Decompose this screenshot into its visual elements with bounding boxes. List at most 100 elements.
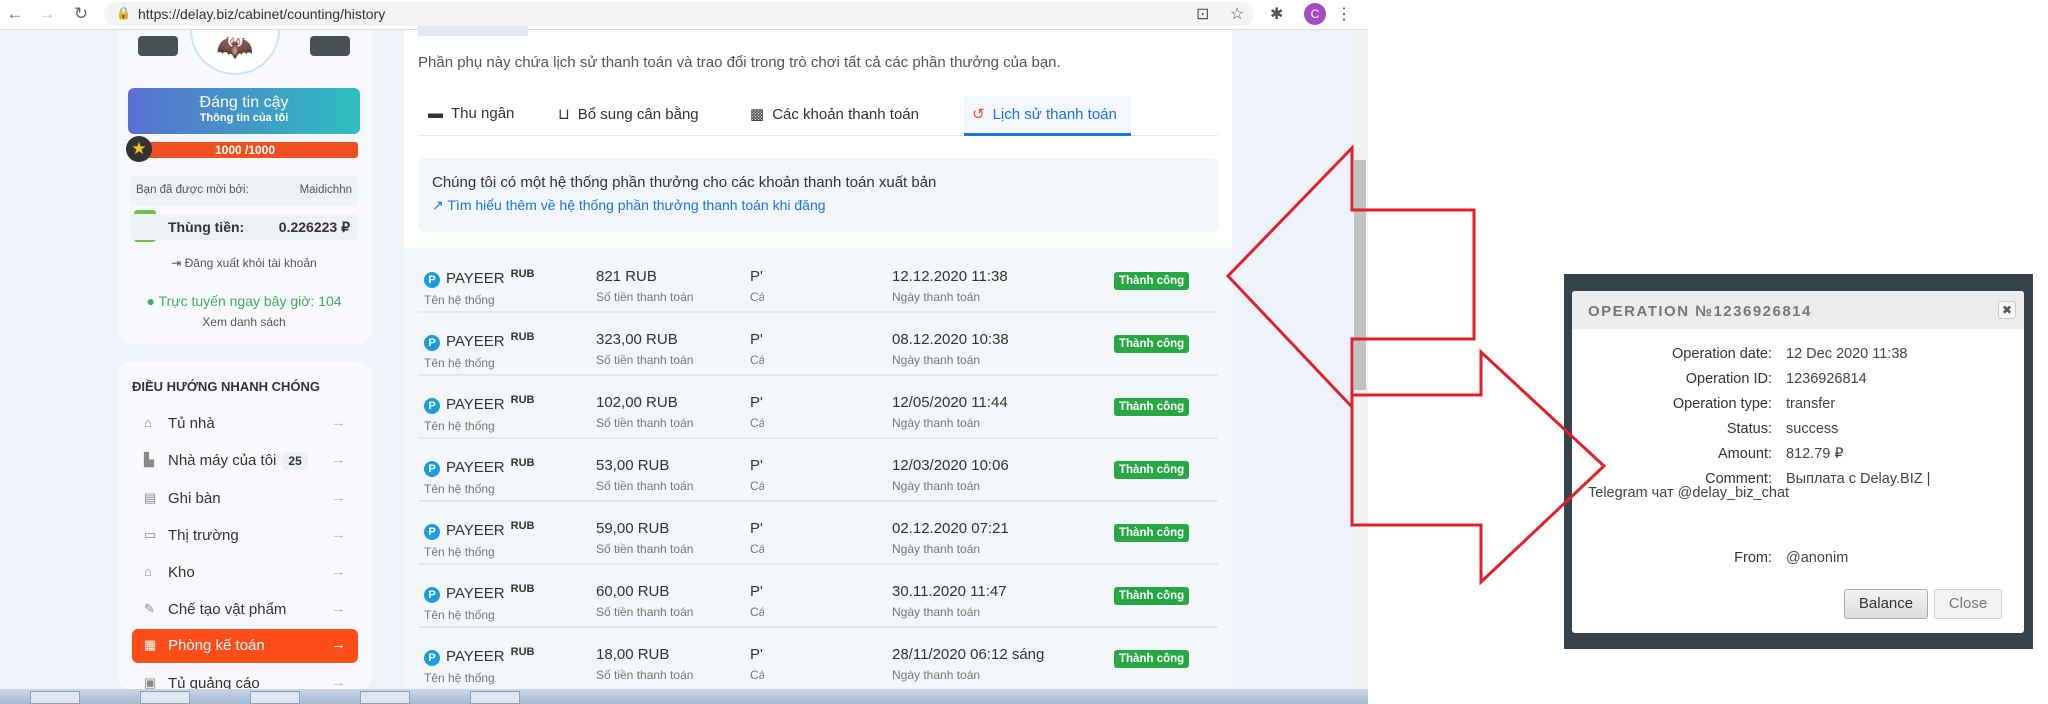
tab-payment-history[interactable]: ↺ Lịch sử thanh toán (964, 96, 1131, 136)
payment-row[interactable]: P PAYEER RUB Tên hệ thống 60,00 RUB Số tiền t… (418, 565, 1218, 628)
system-label: Tên hệ thống (424, 356, 495, 370)
amount-cell: 821 RUB Số tiền thanh toán (596, 268, 693, 304)
trust-button[interactable]: Đáng tin cậy Thông tin của tôi (128, 88, 360, 134)
status-badge: Thành công (1114, 335, 1190, 353)
system-label: Tên hệ thống (424, 671, 495, 685)
nav-item-warehouse[interactable]: ⌂ Kho → (132, 556, 358, 590)
date-label: Ngày thanh toán (892, 605, 981, 619)
info-link[interactable]: ↗ Tìm hiểu thêm về hệ thống phần thưởng … (432, 197, 1204, 214)
truncated-value: P' (750, 394, 763, 411)
currency: RUB (510, 646, 535, 658)
currency: RUB (510, 520, 535, 532)
nav-item-home[interactable]: ⌂ Tủ nhà → (132, 407, 358, 441)
arrow-right-icon: → (331, 600, 346, 617)
nav-heading: ĐIỀU HƯỚNG NHANH CHÓNG (132, 379, 320, 394)
date-cell: 12/03/2020 10:06 Ngày thanh toán (892, 457, 1009, 493)
address-bar[interactable]: 🔒 https://delay.biz/cabinet/counting/his… (104, 2, 1254, 26)
arrow-right-icon: → (331, 414, 346, 431)
invited-value[interactable]: Maidichhn (300, 184, 352, 196)
amount-cell: 59,00 RUB Số tiền thanh toán (596, 520, 693, 556)
tab-deposit[interactable]: ⊔ Bổ sung cân bằng (558, 96, 699, 136)
view-list-link[interactable]: Xem danh sách (130, 315, 358, 329)
arrow-right-icon: → (331, 636, 346, 653)
scrollbar[interactable] (1352, 30, 1368, 689)
field-value: @anonim (1786, 550, 1849, 566)
operation-modal: OPERATION №1236926814 ✖ Operation date: 1… (1572, 291, 2024, 633)
payment-row[interactable]: P PAYEER RUB Tên hệ thống 53,00 RUB Số tiền t… (418, 439, 1218, 502)
payment-row[interactable]: P PAYEER RUB Tên hệ thống 18,00 RUB Số tiền t… (418, 628, 1218, 691)
system-label: Tên hệ thống (424, 545, 495, 559)
scrollbar-thumb[interactable] (1354, 160, 1366, 390)
nav-item-factory[interactable]: ▙ Nhà máy của tôi 25 → (132, 444, 358, 478)
field-label: Operation date: (1672, 346, 1772, 362)
date-label: Ngày thanh toán (892, 479, 981, 493)
taskbar-button[interactable] (140, 691, 190, 704)
forward-icon[interactable]: → (36, 4, 58, 24)
system-cell: P PAYEER RUB Tên hệ thống (424, 394, 534, 433)
arrow-right-icon: → (331, 526, 346, 543)
taskbar-button[interactable] (250, 691, 300, 704)
truncated-cell: P' Cá (750, 268, 764, 304)
payment-row[interactable]: P PAYEER RUB Tên hệ thống 102,00 RUB Số tiền … (418, 376, 1218, 439)
section-title-cut (418, 26, 528, 36)
back-icon[interactable]: ← (4, 4, 26, 24)
date-label: Ngày thanh toán (892, 353, 981, 367)
factory-count-badge: 25 (282, 452, 308, 470)
balance-button[interactable]: Balance (1844, 589, 1928, 619)
wallet-value: 0.226223 ₽ (278, 219, 350, 235)
taskbar-button[interactable] (30, 691, 80, 704)
close-icon[interactable]: ✖ (1998, 301, 2016, 319)
translate-icon[interactable]: ⊡ (1196, 4, 1209, 24)
truncated-cell: P' Cá (750, 583, 764, 619)
nav-label: Kho (168, 564, 195, 581)
taskbar-button[interactable] (470, 691, 520, 704)
info-text: Chúng tôi có một hệ thống phần thưởng ch… (432, 174, 937, 191)
truncated-label: Cá (750, 479, 764, 493)
status-badge: Thành công (1114, 650, 1190, 668)
date-label: Ngày thanh toán (892, 668, 981, 682)
tab-label: Lịch sử thanh toán (992, 106, 1117, 123)
tab-label: Thu ngân (451, 105, 515, 122)
taskbar-button[interactable] (360, 691, 410, 704)
amount-label: Số tiền thanh toán (596, 542, 694, 556)
star-icon: ★ (126, 136, 152, 162)
amount: 60,00 RUB (596, 583, 670, 600)
system-name: PAYEER (446, 333, 505, 350)
home-icon: ⌂ (144, 415, 152, 430)
nav-item-accounting[interactable]: ▦ Phòng kế toán → (132, 629, 358, 663)
invited-label: Bạn đã được mời bởi: (136, 184, 249, 196)
star-icon[interactable]: ☆ (1230, 4, 1244, 24)
reload-icon[interactable]: ↻ (70, 4, 92, 24)
trust-title: Đáng tin cậy (199, 94, 289, 111)
tab-cashier[interactable]: ▬ Thu ngân (428, 96, 514, 136)
payment-date: 02.12.2020 07:21 (892, 520, 1009, 537)
nav-item-market[interactable]: ▭ Thị trường → (132, 519, 358, 553)
payment-row[interactable]: P PAYEER RUB Tên hệ thống 59,00 RUB Số tiền t… (418, 502, 1218, 565)
date-cell: 30.11.2020 11:47 Ngày thanh toán (892, 583, 1007, 619)
amount-cell: 102,00 RUB Số tiền thanh toán (596, 394, 693, 430)
truncated-cell: P' Cá (750, 331, 764, 367)
nav-item-craft[interactable]: ✎ Chế tạo vật phẩm → (132, 593, 358, 627)
tab-payouts[interactable]: ▩ Các khoản thanh toán (750, 96, 919, 136)
menu-icon[interactable]: ⋮ (1336, 4, 1352, 24)
profile-avatar[interactable]: C (1304, 3, 1326, 25)
extensions-icon[interactable]: ✱ (1270, 4, 1283, 24)
payment-row[interactable]: P PAYEER RUB Tên hệ thống 821 RUB Số tiền tha… (418, 250, 1218, 313)
date-label: Ngày thanh toán (892, 290, 981, 304)
logout-link[interactable]: ⇥ Đăng xuất khỏi tài khoản (130, 256, 358, 270)
truncated-label: Cá (750, 290, 764, 304)
system-cell: P PAYEER RUB Tên hệ thống (424, 646, 534, 685)
system-cell: P PAYEER RUB Tên hệ thống (424, 268, 534, 307)
comment-continued: Telegram чат @delay_biz_chat (1588, 485, 1790, 501)
field-label: Status: (1726, 421, 1772, 437)
status-badge: Thành công (1114, 524, 1190, 542)
wallet-balance: Thùng tiền: 0.226223 ₽ (130, 214, 358, 240)
nav-item-score[interactable]: ▤ Ghi bàn → (132, 482, 358, 516)
amount: 821 RUB (596, 268, 657, 285)
field-value: transfer (1786, 396, 1836, 412)
payment-row[interactable]: P PAYEER RUB Tên hệ thống 323,00 RUB Số tiền … (418, 313, 1218, 376)
accounting-icon: ▦ (144, 637, 157, 652)
close-button[interactable]: Close (1934, 589, 2002, 619)
browser-toolbar: ← → ↻ 🔒 https://delay.biz/cabinet/counti… (0, 0, 1368, 30)
system-cell: P PAYEER RUB Tên hệ thống (424, 457, 534, 496)
